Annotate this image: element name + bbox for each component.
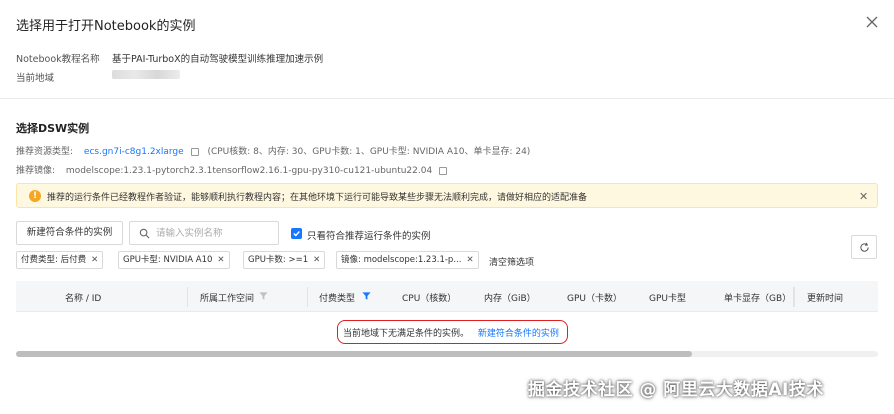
refresh-icon <box>860 242 869 252</box>
section-divider <box>0 98 894 99</box>
only-matching-checkbox[interactable] <box>291 228 302 239</box>
filter-tag-billing: 付费类型: 后付费 ✕ <box>16 251 104 269</box>
remove-filter-icon[interactable]: ✕ <box>313 255 320 265</box>
close-icon[interactable] <box>864 14 880 30</box>
create-instance-button[interactable]: 新建符合条件的实例 <box>16 221 123 245</box>
spec-detail: (CPU核数: 8、内存: 30、GPU卡数: 1、GPU卡型: NVIDIA … <box>207 147 531 157</box>
copy-icon[interactable] <box>439 166 448 175</box>
column-updated[interactable]: 更新时间 <box>807 291 843 304</box>
column-gpu-memory[interactable]: 单卡显存（GB） <box>724 291 791 304</box>
column-divider <box>793 287 795 307</box>
check-icon <box>293 231 300 237</box>
filter-tag-label: 镜像: modelscope:1.23.1-p... <box>341 255 462 265</box>
filter-tag-gpu-type: GPU卡型: NVIDIA A10 ✕ <box>118 251 230 269</box>
region-label: 当前地域 <box>16 73 55 84</box>
spec-label: 推荐资源类型: <box>16 147 74 157</box>
instance-table-header: 名称 / ID 所属工作空间 付费类型 CPU（核数） 内存（GiB） GPU（… <box>16 281 878 312</box>
only-matching-label[interactable]: 只看符合推荐运行条件的实例 <box>307 228 431 242</box>
notebook-name-label: Notebook教程名称 <box>16 54 100 65</box>
refresh-button[interactable] <box>851 235 877 259</box>
region-value-redacted <box>112 70 180 79</box>
column-billing[interactable]: 付费类型 <box>319 291 355 304</box>
column-name[interactable]: 名称 / ID <box>65 291 101 304</box>
remove-filter-icon[interactable]: ✕ <box>91 255 98 265</box>
filter-icon[interactable] <box>259 291 268 301</box>
column-gpu-count[interactable]: GPU（卡数） <box>567 291 622 304</box>
filter-tag-image: 镜像: modelscope:1.23.1-p... ✕ <box>336 251 479 269</box>
remove-filter-icon[interactable]: ✕ <box>466 255 473 265</box>
image-value: modelscope:1.23.1-pytorch2.3.1tensorflow… <box>65 166 433 176</box>
filter-active-icon[interactable] <box>362 291 371 301</box>
spec-row: 推荐资源类型: ecs.gn7i-c8g1.2xlarge (CPU核数: 8、… <box>16 144 530 157</box>
filter-tag-gpu-count: GPU卡数: >=1 ✕ <box>243 251 326 269</box>
notebook-name-value: 基于PAI-TurboX的自动驾驶模型训练推理加速示例 <box>112 54 324 65</box>
warning-icon: ! <box>29 190 41 202</box>
copy-icon[interactable] <box>190 147 199 156</box>
empty-state-text: 当前地域下无满足条件的实例。 <box>343 329 470 339</box>
dsw-section-title: 选择DSW实例 <box>16 122 90 135</box>
recommendation-alert: ! 推荐的运行条件已经教程作者验证，能够顺利执行教程内容；在其他环境下运行可能导… <box>16 183 878 208</box>
empty-state: 当前地域下无满足条件的实例。 新建符合条件的实例 <box>343 326 559 339</box>
remove-filter-icon[interactable]: ✕ <box>217 255 224 265</box>
dialog-title: 选择用于打开Notebook的实例 <box>16 19 196 34</box>
search-icon <box>139 228 150 239</box>
horizontal-scrollbar-thumb[interactable] <box>16 351 692 357</box>
column-divider <box>307 287 308 307</box>
watermark: 掘金技术社区 @ 阿里云大数据AI技术 <box>528 380 824 400</box>
column-workspace[interactable]: 所属工作空间 <box>200 291 254 304</box>
column-divider <box>187 287 188 307</box>
image-label: 推荐镜像: <box>16 166 56 176</box>
column-cpu[interactable]: CPU（核数） <box>402 291 456 304</box>
filter-tag-label: GPU卡型: NVIDIA A10 <box>123 255 213 265</box>
column-gpu-type[interactable]: GPU卡型 <box>649 291 686 304</box>
image-row: 推荐镜像: modelscope:1.23.1-pytorch2.3.1tens… <box>16 163 448 176</box>
search-input[interactable] <box>156 226 274 240</box>
create-instance-link[interactable]: 新建符合条件的实例 <box>478 329 559 339</box>
alert-close-icon[interactable]: ✕ <box>859 190 868 203</box>
filter-tag-label: 付费类型: 后付费 <box>21 255 87 265</box>
column-memory[interactable]: 内存（GiB） <box>484 291 536 304</box>
filter-tag-label: GPU卡数: >=1 <box>248 255 309 265</box>
clear-filters-link[interactable]: 清空筛选项 <box>489 255 534 268</box>
alert-text: 推荐的运行条件已经教程作者验证，能够顺利执行教程内容；在其他环境下运行可能导致某… <box>47 193 588 203</box>
instance-search[interactable] <box>129 221 279 245</box>
spec-link[interactable]: ecs.gn7i-c8g1.2xlarge <box>84 147 184 157</box>
